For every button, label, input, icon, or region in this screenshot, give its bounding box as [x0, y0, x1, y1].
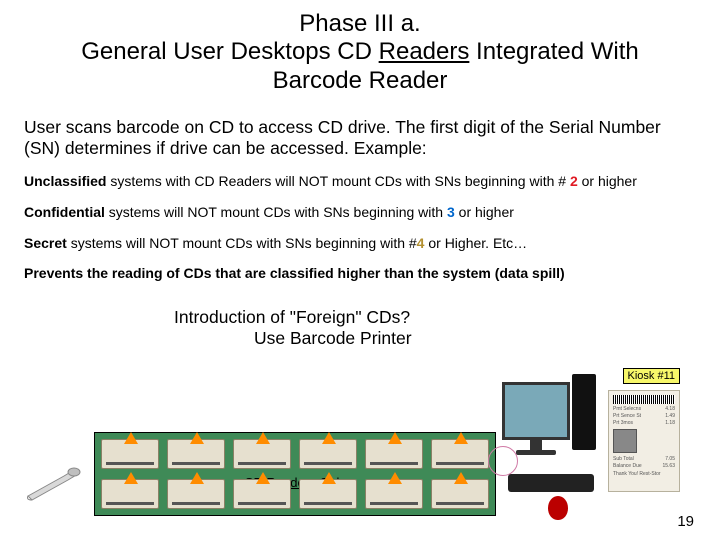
foreign-line-2: Use Barcode Printer: [254, 328, 696, 349]
cd-reader-device: [365, 439, 423, 469]
title-line-3: Barcode Reader: [24, 67, 696, 95]
foreign-block: Introduction of "Foreign" CDs? Use Barco…: [174, 307, 696, 349]
highlight-circle-icon: [488, 446, 518, 476]
barcode-scanner-icon: [24, 462, 84, 502]
mouse-icon: [548, 496, 568, 520]
title-line-1: Phase III a.: [24, 10, 696, 38]
id-photo-icon: [613, 429, 637, 453]
rack-row-top: [101, 439, 489, 469]
cd-reader-device: [365, 479, 423, 509]
cd-reader-device: [233, 479, 291, 509]
rack-row-bottom: [101, 479, 489, 509]
receipt-printout: Pmt Selecns4.18 Prt Sence St1.49 Prt 3mo…: [608, 390, 680, 492]
cd-reader-device: [431, 479, 489, 509]
slide-title: Phase III a. General User Desktops CD Re…: [24, 10, 696, 95]
kiosk-tag: Kiosk #11: [623, 368, 681, 384]
cd-reader-device: [167, 439, 225, 469]
cd-reader-device: [101, 439, 159, 469]
rule-secret: Secret systems will NOT mount CDs with S…: [24, 235, 696, 252]
keyboard-icon: [508, 474, 594, 492]
rule-confidential: Confidential systems will NOT mount CDs …: [24, 204, 696, 221]
barcode-icon: [613, 395, 675, 404]
cd-reader-rack: CD Readers Only: [94, 432, 496, 516]
cd-reader-device: [101, 479, 159, 509]
intro-paragraph: User scans barcode on CD to access CD dr…: [24, 117, 696, 159]
cd-reader-device: [299, 479, 357, 509]
figure-area: CD Readers Only Kiosk #11 Pmt: [24, 420, 696, 520]
rule-unclassified: Unclassified systems with CD Readers wil…: [24, 173, 696, 190]
cd-reader-device: [299, 439, 357, 469]
prevent-line: Prevents the reading of CDs that are cla…: [24, 265, 696, 281]
kiosk-figure: Kiosk #11 Pmt Selecns4.18 Prt Sence St1.…: [500, 368, 680, 528]
pc-tower-icon: [572, 374, 596, 450]
monitor-icon: [500, 382, 572, 454]
foreign-line-1: Introduction of "Foreign" CDs?: [174, 307, 696, 328]
cd-reader-device: [233, 439, 291, 469]
cd-reader-device: [167, 479, 225, 509]
page-number: 19: [677, 513, 694, 530]
cd-reader-device: [431, 439, 489, 469]
title-line-2: General User Desktops CD Readers Integra…: [24, 38, 696, 66]
